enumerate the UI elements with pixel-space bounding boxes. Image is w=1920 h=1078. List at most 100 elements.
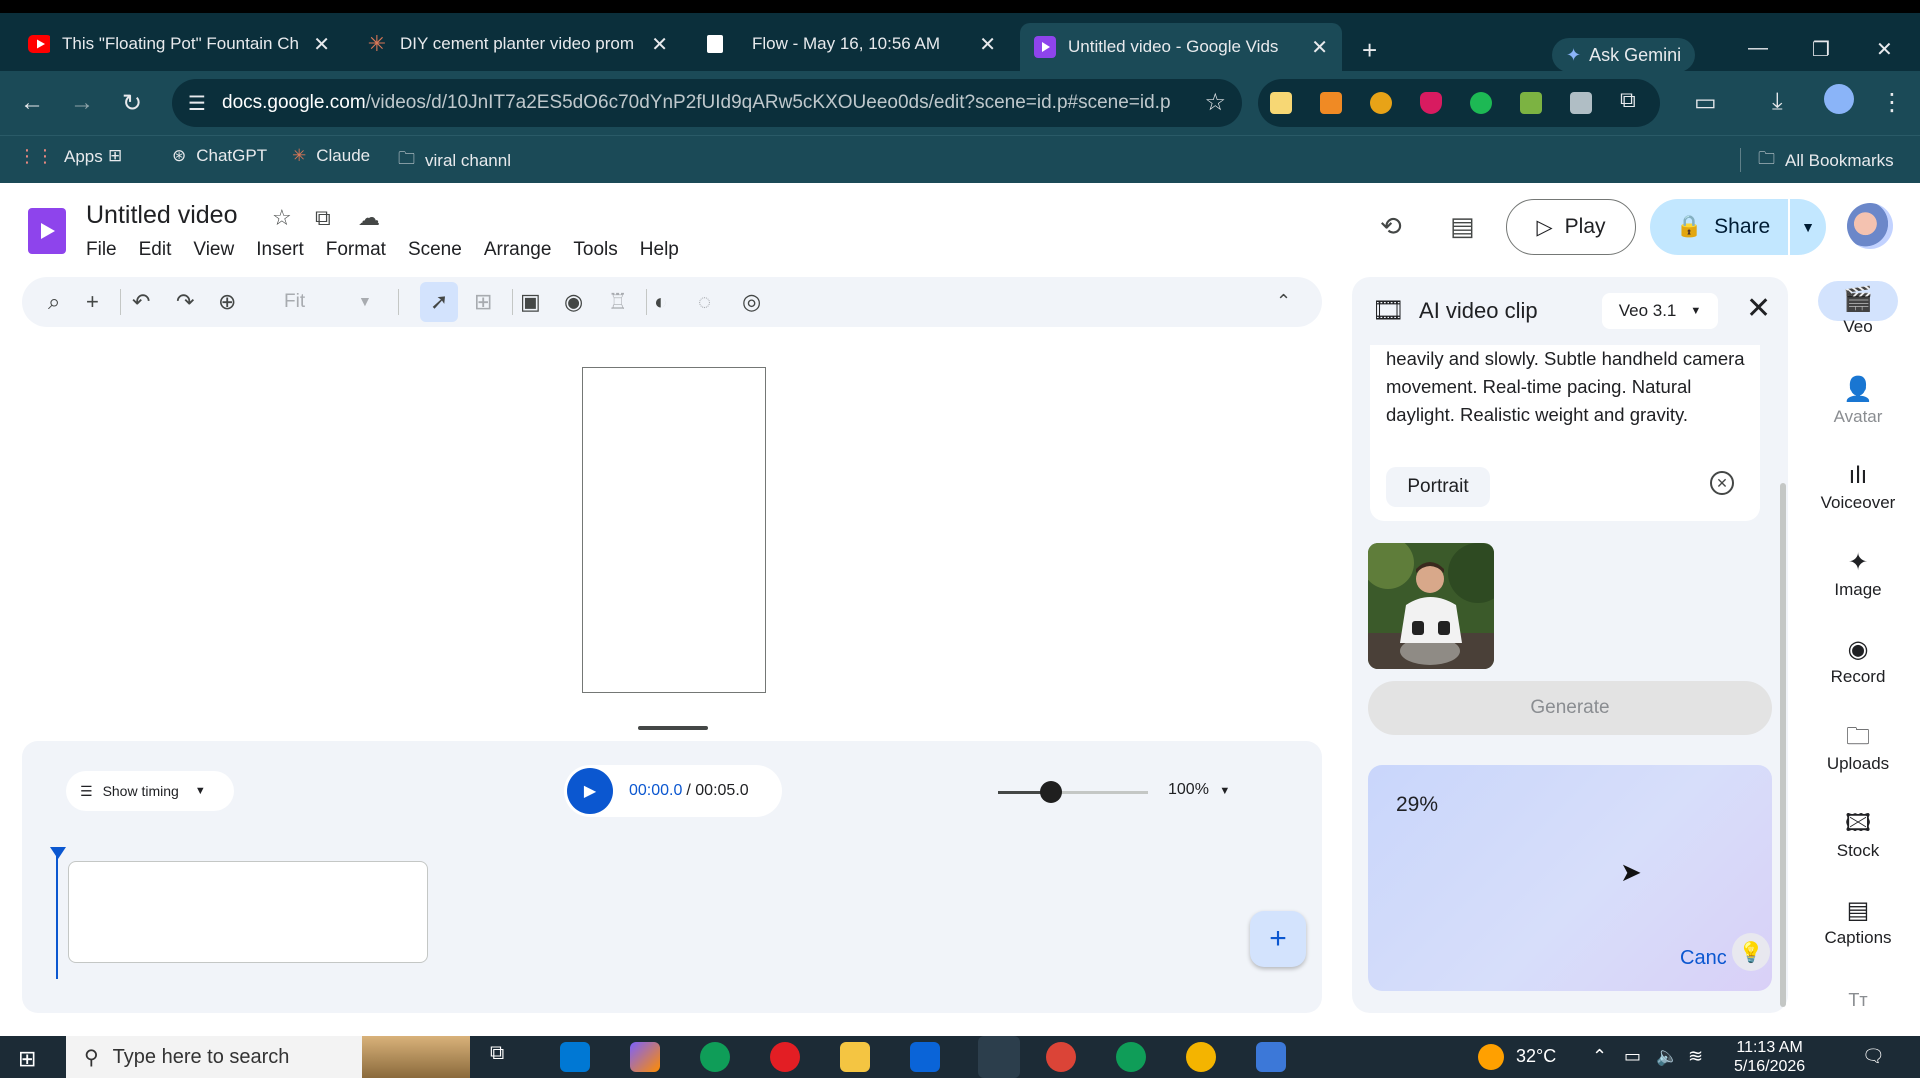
profile-avatar[interactable] xyxy=(1824,84,1854,114)
chrome-menu-icon[interactable]: ⋮ xyxy=(1880,88,1904,117)
border-color-icon[interactable]: ◌ xyxy=(698,289,711,315)
share-main[interactable]: 🔒 Share xyxy=(1650,215,1788,239)
rail-image[interactable]: ✦ Image xyxy=(1814,546,1902,600)
scene-clip[interactable] xyxy=(68,861,428,963)
bookmark-star-icon[interactable]: ☆ xyxy=(1204,88,1226,117)
forward-icon[interactable]: → xyxy=(70,89,94,117)
extension-camera-icon[interactable] xyxy=(1570,92,1592,114)
generate-button[interactable]: Generate xyxy=(1368,681,1772,735)
menu-help[interactable]: Help xyxy=(640,239,679,261)
extension-notes-icon[interactable] xyxy=(1270,92,1292,114)
close-window-icon[interactable]: ✕ xyxy=(1876,37,1893,62)
redo-icon[interactable]: ↷ xyxy=(176,289,194,315)
chrome-profile-m-icon[interactable] xyxy=(1046,1042,1076,1072)
panel-resize-handle[interactable] xyxy=(638,726,708,730)
remove-chip-icon[interactable]: ✕ xyxy=(1710,471,1734,495)
bookmark-claude[interactable]: ✳ Claude xyxy=(292,146,370,166)
chrome-profile-r-icon[interactable] xyxy=(1186,1042,1216,1072)
close-panel-icon[interactable]: ✕ xyxy=(1746,291,1771,326)
rail-veo[interactable]: 🎬 Veo xyxy=(1814,283,1902,337)
add-scene-button[interactable]: + xyxy=(1250,911,1306,967)
panel-scrollbar[interactable] xyxy=(1780,483,1786,1007)
zoom-icon[interactable]: ⊕ xyxy=(218,289,236,315)
notifications-icon[interactable]: 🗨 xyxy=(1862,1046,1885,1067)
extension-shield-icon[interactable] xyxy=(1420,92,1442,114)
menu-scene[interactable]: Scene xyxy=(408,239,462,261)
close-tab-icon[interactable]: ✕ xyxy=(1311,35,1328,60)
rail-record[interactable]: ◉ Record xyxy=(1814,633,1902,687)
zoom-dropdown-icon[interactable]: ▼ xyxy=(358,293,372,309)
outlook-icon[interactable] xyxy=(910,1042,940,1072)
rail-captions[interactable]: ▤ Captions xyxy=(1814,894,1902,948)
volume-icon[interactable]: 🔈 xyxy=(1656,1046,1678,1067)
cancel-generation-link[interactable]: Cancel xyxy=(1680,947,1726,970)
theme-palette-icon[interactable]: ◉ xyxy=(564,289,583,315)
star-icon[interactable]: ☆ xyxy=(272,205,292,231)
rail-uploads[interactable]: 🗀 Uploads xyxy=(1814,720,1902,774)
play-button[interactable]: ▷ Play xyxy=(1506,199,1636,255)
file-explorer-icon[interactable] xyxy=(840,1042,870,1072)
back-icon[interactable]: ← xyxy=(20,89,44,117)
model-select[interactable]: Veo 3.1 ▼ xyxy=(1602,293,1718,329)
undo-icon[interactable]: ↶ xyxy=(132,289,150,315)
cast-icon[interactable]: ▭ xyxy=(1694,88,1717,117)
menu-view[interactable]: View xyxy=(193,239,234,261)
playhead-line[interactable] xyxy=(56,853,58,979)
edge-icon[interactable] xyxy=(700,1042,730,1072)
share-dropdown-icon[interactable]: ▼ xyxy=(1790,219,1826,235)
opera-icon[interactable] xyxy=(770,1042,800,1072)
copilot-icon[interactable] xyxy=(630,1042,660,1072)
weather-sun-icon[interactable] xyxy=(1478,1044,1504,1070)
cloud-saved-icon[interactable]: ☁ xyxy=(358,205,380,231)
bookmark-apps[interactable]: ⋮⋮ Apps xyxy=(18,146,103,167)
menu-insert[interactable]: Insert xyxy=(256,239,304,261)
close-tab-icon[interactable]: ✕ xyxy=(979,32,996,57)
chrome-profile-x-icon[interactable] xyxy=(1116,1042,1146,1072)
downloads-icon[interactable]: ⤓ xyxy=(1772,88,1783,116)
playhead-marker[interactable] xyxy=(50,847,66,859)
menu-edit[interactable]: Edit xyxy=(139,239,172,261)
task-view-icon[interactable]: ⧉ xyxy=(490,1042,520,1072)
share-button[interactable]: 🔒 Share ▼ xyxy=(1650,199,1826,255)
text-box-icon[interactable]: ⊞ xyxy=(474,289,492,315)
bookmark-chatgpt[interactable]: ⊛ ChatGPT xyxy=(172,146,267,166)
vids-logo-icon[interactable] xyxy=(28,208,66,254)
tab-google-vids[interactable]: Untitled video - Google Vids ✕ xyxy=(1020,23,1342,71)
timeline-play-button[interactable]: ▶ xyxy=(567,768,613,814)
extension-slides-icon[interactable] xyxy=(1320,92,1342,114)
zoom-slider-knob[interactable] xyxy=(1039,781,1062,803)
bookmark-viral-channl[interactable]: 🗀 viral channl xyxy=(398,146,511,175)
reference-image-thumbnail[interactable] xyxy=(1368,543,1494,669)
microsoft-store-icon[interactable] xyxy=(560,1042,590,1072)
rail-stock[interactable]: 🖾 Stock xyxy=(1814,807,1902,861)
menu-arrange[interactable]: Arrange xyxy=(484,239,552,261)
reload-icon[interactable]: ↻ xyxy=(122,89,142,118)
version-history-icon[interactable]: ⟲ xyxy=(1380,211,1402,242)
select-cursor-icon[interactable]: ➚ xyxy=(430,289,448,315)
extension-green-icon[interactable] xyxy=(1470,92,1492,114)
chrome-active-icon[interactable] xyxy=(978,1036,1020,1078)
rail-text[interactable]: Tт xyxy=(1814,983,1902,1017)
tray-overflow-icon[interactable]: ⌃ xyxy=(1592,1046,1607,1067)
collapse-toolbar-icon[interactable]: ⌃ xyxy=(1276,291,1291,312)
menu-format[interactable]: Format xyxy=(326,239,386,261)
portrait-chip[interactable]: Portrait xyxy=(1386,467,1490,507)
site-settings-icon[interactable]: ☰ xyxy=(188,91,206,116)
animation-icon[interactable]: ◎ xyxy=(742,289,761,315)
prompt-card[interactable]: heavily and slowly. Subtle handheld came… xyxy=(1370,345,1760,521)
zoom-fit-select[interactable]: Fit xyxy=(284,291,305,313)
temperature-label[interactable]: 32°C xyxy=(1516,1046,1556,1067)
network-icon[interactable]: ≋ xyxy=(1688,1046,1703,1067)
close-tab-icon[interactable]: ✕ xyxy=(651,32,668,57)
extension-download-icon[interactable] xyxy=(1520,92,1542,114)
menu-tools[interactable]: Tools xyxy=(573,239,617,261)
extensions-puzzle-icon[interactable]: ⧉ xyxy=(1620,87,1642,112)
tips-lightbulb-icon[interactable]: 💡 xyxy=(1732,933,1770,971)
zoom-percent-dropdown[interactable]: 100% ▼ xyxy=(1168,781,1230,799)
all-bookmarks[interactable]: 🗀 All Bookmarks xyxy=(1758,146,1894,175)
account-avatar[interactable] xyxy=(1847,203,1893,249)
background-icon[interactable]: ▣ xyxy=(520,289,541,315)
tab-youtube[interactable]: This "Floating Pot" Fountain Ch ✕ xyxy=(14,23,344,65)
rail-voiceover[interactable]: ılı Voiceover xyxy=(1814,459,1902,513)
document-title[interactable]: Untitled video xyxy=(86,201,237,230)
